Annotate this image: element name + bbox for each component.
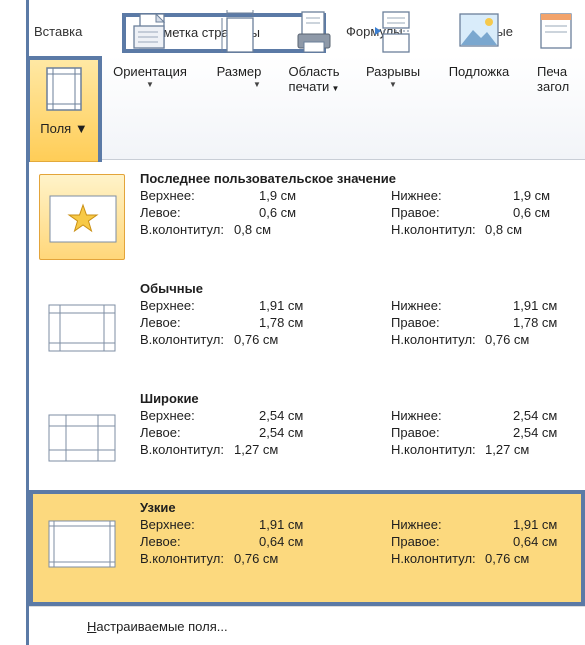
footer-value: 0,76 см xyxy=(485,332,530,347)
margins-selection-outline xyxy=(26,56,102,168)
print-area-label-line1: Область xyxy=(288,64,340,79)
narrow-selection-outline xyxy=(29,490,585,606)
left-label: Левое: xyxy=(140,315,181,330)
bottom-value: 2,54 см xyxy=(513,408,558,423)
menu-divider xyxy=(29,606,585,607)
top-value: 1,9 см xyxy=(259,188,297,203)
footer-label: Н.колонтитул: xyxy=(391,332,476,347)
bottom-label: Нижнее: xyxy=(391,298,442,313)
footer-label: Н.колонтитул: xyxy=(391,222,476,237)
page-size-icon xyxy=(219,10,259,57)
right-label: Правое: xyxy=(391,425,440,440)
header-value: 1,27 см xyxy=(234,442,279,457)
background-image-icon xyxy=(457,10,501,57)
size-label: Размер xyxy=(216,64,262,79)
print-area-icon xyxy=(294,10,334,57)
right-label: Правое: xyxy=(391,315,440,330)
print-titles-label-line2: загол xyxy=(537,79,570,94)
top-label: Верхнее: xyxy=(140,408,195,423)
orientation-label: Ориентация xyxy=(113,64,187,79)
right-value: 2,54 см xyxy=(513,425,558,440)
print-titles-button[interactable]: Печа загол xyxy=(527,0,585,100)
bottom-value: 1,9 см xyxy=(513,188,551,203)
bottom-label: Нижнее: xyxy=(391,188,442,203)
top-label: Верхнее: xyxy=(140,188,195,203)
preset-title: Последнее пользовательское значение xyxy=(140,171,396,186)
left-label: Левое: xyxy=(140,205,181,220)
right-label: Правое: xyxy=(391,205,440,220)
star-icon xyxy=(49,195,117,243)
top-value: 2,54 см xyxy=(259,408,304,423)
bottom-label: Нижнее: xyxy=(391,408,442,423)
custom-margins-hotkey: Н xyxy=(87,619,97,634)
custom-margins-label: астраиваемые поля... xyxy=(96,619,228,634)
preset-title: Обычные xyxy=(140,281,203,296)
chevron-down-icon: ▼ xyxy=(253,80,261,89)
chevron-down-icon: ▼ xyxy=(389,80,397,89)
header-label: В.колонтитул: xyxy=(140,222,224,237)
left-label: Левое: xyxy=(140,425,181,440)
preset-wide[interactable]: Широкие Верхнее: 2,54 см Нижнее: 2,54 см… xyxy=(29,391,585,481)
top-value: 1,91 см xyxy=(259,298,304,313)
preset-thumbnail xyxy=(39,394,125,480)
custom-margins-item[interactable]: Настраиваемые поля... xyxy=(87,619,228,634)
right-value: 0,6 см xyxy=(513,205,551,220)
orientation-button[interactable]: Ориентация ▼ xyxy=(100,0,200,100)
footer-value: 0,8 см xyxy=(485,222,523,237)
preset-last-custom[interactable]: Последнее пользовательское значение Верх… xyxy=(29,171,585,261)
chevron-down-icon: ▼ xyxy=(329,84,340,93)
print-area-label-line2: печати xyxy=(288,79,330,94)
right-value: 1,78 см xyxy=(513,315,558,330)
page-margins-icon xyxy=(48,304,116,352)
background-label: Подложка xyxy=(448,64,510,79)
preset-thumbnail xyxy=(39,284,125,370)
left-value: 1,78 см xyxy=(259,315,304,330)
footer-label: Н.колонтитул: xyxy=(391,442,476,457)
header-value: 0,8 см xyxy=(234,222,272,237)
tab-insert[interactable]: Вставка xyxy=(34,24,82,39)
header-label: В.колонтитул: xyxy=(140,442,224,457)
size-button[interactable]: Размер ▼ xyxy=(204,0,274,100)
bottom-value: 1,91 см xyxy=(513,298,558,313)
preset-title: Широкие xyxy=(140,391,199,406)
print-titles-icon xyxy=(535,10,575,57)
chevron-down-icon: ▼ xyxy=(146,80,154,89)
breaks-button[interactable]: Разрывы ▼ xyxy=(356,0,430,100)
header-label: В.колонтитул: xyxy=(140,332,224,347)
header-value: 0,76 см xyxy=(234,332,279,347)
page-margins-icon xyxy=(48,414,116,462)
left-value: 2,54 см xyxy=(259,425,304,440)
background-button[interactable]: Подложка xyxy=(432,0,526,100)
top-label: Верхнее: xyxy=(140,298,195,313)
breaks-label: Разрывы xyxy=(365,64,421,79)
orientation-icon xyxy=(130,10,170,57)
page-breaks-icon xyxy=(373,10,413,57)
print-titles-label-line1: Печа xyxy=(537,64,568,79)
preset-thumbnail xyxy=(39,174,125,260)
preset-normal[interactable]: Обычные Верхнее: 1,91 см Нижнее: 1,91 см… xyxy=(29,281,585,371)
print-area-button[interactable]: Область печати ▼ xyxy=(275,0,353,100)
left-value: 0,6 см xyxy=(259,205,297,220)
footer-value: 1,27 см xyxy=(485,442,530,457)
